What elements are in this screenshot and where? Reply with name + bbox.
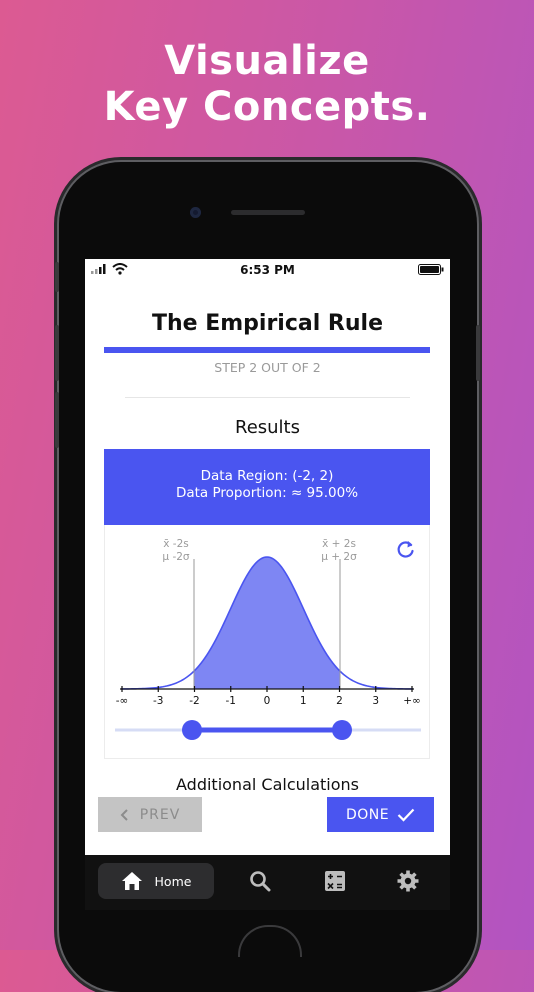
page-title: The Empirical Rule [151, 311, 384, 336]
headline: Visualize Key Concepts. [0, 38, 534, 130]
results-banner: Data Region: (-2, 2) Data Proportion: ≈ … [104, 449, 430, 525]
battery-icon [418, 264, 444, 275]
headline-line-2: Key Concepts. [103, 84, 431, 130]
app-screen: 6:53 PM The Empirical Rule STEP 2 OUT OF… [85, 259, 450, 859]
volume-up-button [55, 325, 59, 381]
earpiece-speaker [231, 210, 305, 215]
data-proportion-text: Data Proportion: ≈ 95.00% [175, 485, 359, 501]
range-slider-high-handle[interactable] [332, 720, 352, 740]
home-icon [121, 872, 142, 890]
x-axis-tick-label: 0 [264, 695, 271, 707]
x-axis-tick-label: -2 [189, 695, 199, 707]
divider [125, 397, 410, 398]
shaded-region [194, 557, 340, 689]
done-button[interactable]: DONE [327, 797, 434, 832]
prev-button-label: PREV [139, 806, 181, 823]
left-marker-label-1: x̄ -2s [163, 538, 189, 550]
right-marker-label-2: μ + 2σ [321, 551, 357, 563]
tab-home-label: Home [154, 873, 192, 889]
calculator-icon[interactable] [323, 869, 347, 893]
range-slider-low-handle[interactable] [182, 720, 202, 740]
x-axis-tick-label: 1 [300, 695, 307, 707]
gear-icon[interactable] [396, 869, 420, 893]
step-indicator: STEP 2 OUT OF 2 [214, 360, 321, 375]
x-axis-tick-label: -3 [153, 695, 163, 707]
x-axis-tick-label: +∞ [403, 695, 421, 707]
power-button [476, 325, 480, 381]
left-marker-label: x̄ -2s μ -2σ [162, 538, 189, 563]
x-axis-tick-label: 2 [336, 695, 343, 707]
tab-bar: Home [85, 855, 450, 910]
left-marker-label-2: μ -2σ [162, 551, 189, 563]
refresh-icon[interactable] [397, 541, 414, 558]
chevron-left-icon [120, 808, 128, 821]
normal-curve-chart: -∞ -3 -2 -1 0 1 2 3 +∞ x̄ -2s μ -2σ x̄ + 2s μ + … [115, 538, 421, 740]
results-heading: Results [235, 417, 300, 438]
headline-line-1: Visualize [164, 38, 370, 84]
checkmark-icon [397, 808, 415, 822]
right-marker-label-1: x̄ + 2s [322, 538, 356, 550]
x-axis-tick-label: -∞ [116, 695, 129, 707]
x-axis-tick-label: -1 [226, 695, 236, 707]
front-camera [190, 207, 201, 218]
status-time: 6:53 PM [240, 263, 295, 277]
data-region-text: Data Region: (-2, 2) [200, 468, 334, 484]
volume-down-button [55, 392, 59, 448]
status-bar: 6:53 PM [85, 259, 450, 281]
step-progress-bar [104, 347, 430, 353]
done-button-label: DONE [345, 806, 390, 823]
mute-switch [55, 262, 59, 292]
distribution-chart-card: -∞ -3 -2 -1 0 1 2 3 +∞ x̄ -2s μ -2σ x̄ + 2s μ + … [104, 525, 430, 759]
x-axis-tick-label: 3 [372, 695, 379, 707]
right-marker-label: x̄ + 2s μ + 2σ [321, 538, 357, 563]
search-icon[interactable] [248, 869, 272, 893]
tab-home[interactable]: Home [98, 863, 214, 899]
additional-calculations-heading: Additional Calculations [176, 775, 359, 794]
prev-button[interactable]: PREV [98, 797, 202, 832]
